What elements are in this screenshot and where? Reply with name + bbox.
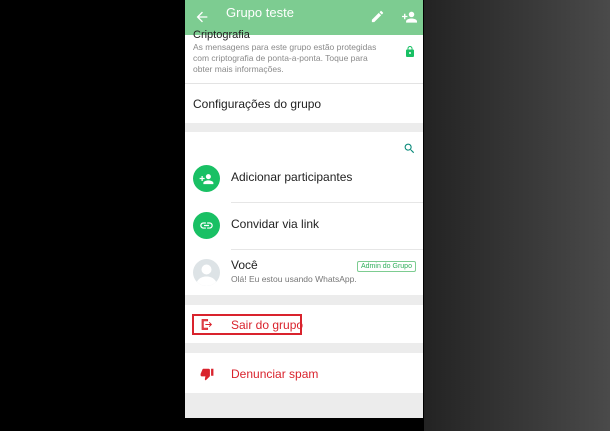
avatar <box>193 259 220 286</box>
group-settings-label: Configurações do grupo <box>193 97 322 111</box>
pencil-icon[interactable] <box>370 9 385 24</box>
report-spam-item[interactable]: Denunciar spam <box>185 353 423 393</box>
member-status: Olá! Eu estou usando WhatsApp. <box>231 274 357 284</box>
back-arrow-icon[interactable] <box>194 9 210 25</box>
search-icon[interactable] <box>403 142 416 155</box>
lock-icon <box>406 46 414 57</box>
exit-icon <box>201 319 213 330</box>
link-icon <box>200 222 213 229</box>
invite-link-avatar <box>193 212 220 239</box>
leave-group-label: Sair do grupo <box>231 318 304 332</box>
admin-badge: Admin do Grupo <box>357 261 416 272</box>
group-settings-item[interactable]: Configurações do grupo <box>185 84 423 123</box>
invite-link-label: Convidar via link <box>231 217 320 231</box>
report-spam-label: Denunciar spam <box>231 367 319 381</box>
add-person-icon[interactable] <box>401 9 418 24</box>
member-name: Você <box>231 258 258 272</box>
background-right <box>424 0 610 431</box>
thumbs-down-icon <box>200 368 214 381</box>
add-participants-label: Adicionar participantes <box>231 170 353 184</box>
participants-section: Adicionar participantes Convidar via lin… <box>185 132 423 295</box>
default-avatar-icon <box>196 264 217 286</box>
group-title[interactable]: Grupo teste <box>226 5 294 20</box>
add-person-icon <box>199 174 214 185</box>
encryption-section[interactable]: Criptografia As mensagens para este grup… <box>185 29 423 83</box>
invite-link-item[interactable]: Convidar via link <box>185 203 423 249</box>
phone-screen: Grupo teste Criptografia As mensagens pa… <box>185 0 423 418</box>
add-participants-item[interactable]: Adicionar participantes <box>185 156 423 202</box>
encryption-description: As mensagens para este grupo estão prote… <box>193 42 377 74</box>
encryption-heading: Criptografia <box>193 29 250 41</box>
member-row[interactable]: Você Admin do Grupo Olá! Eu estou usando… <box>185 250 423 296</box>
add-participant-avatar <box>193 165 220 192</box>
leave-group-item[interactable]: Sair do grupo <box>185 305 423 343</box>
